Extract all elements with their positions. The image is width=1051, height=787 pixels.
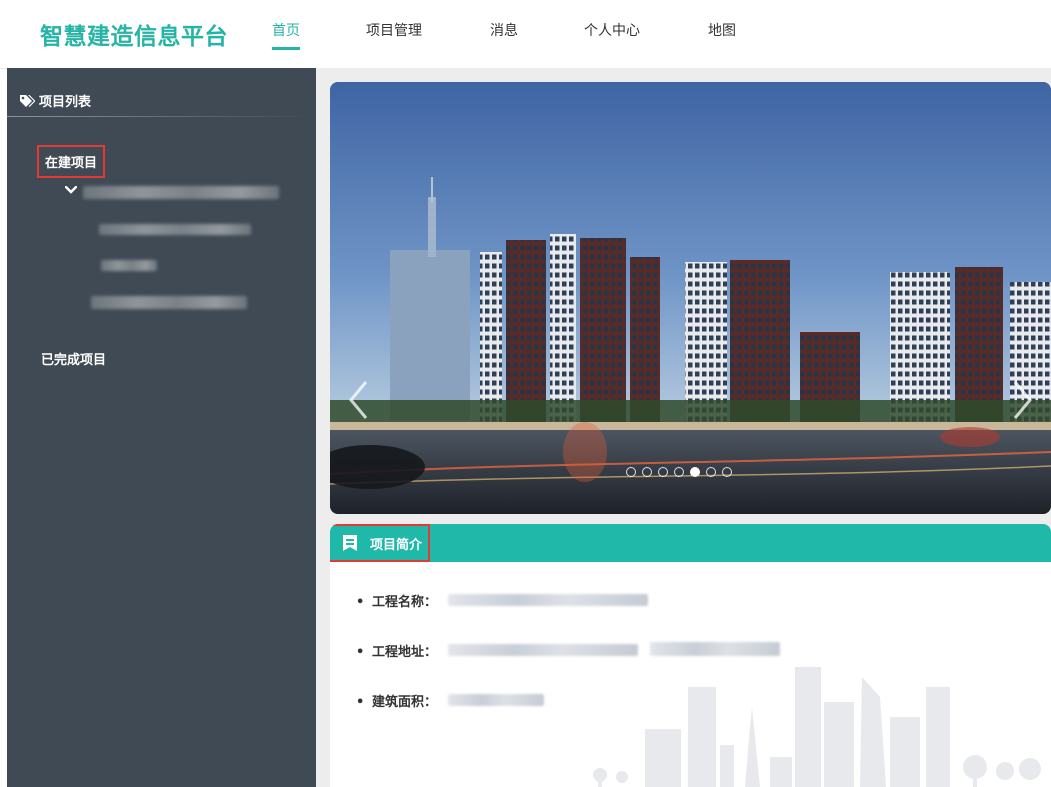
carousel-dot[interactable] — [722, 467, 732, 477]
field-value-redacted — [650, 642, 780, 656]
intro-card-header: 项目简介 — [330, 524, 1051, 562]
carousel-dot[interactable] — [674, 467, 684, 477]
chevron-left-icon[interactable] — [346, 378, 370, 422]
field-project-name: • 工程名称： — [356, 595, 438, 610]
sidebar-category-completed[interactable]: 已完成项目 — [41, 349, 106, 368]
carousel-dot[interactable] — [626, 467, 636, 477]
field-building-area: • 建筑面积： — [356, 695, 438, 710]
chevron-right-icon[interactable] — [1011, 378, 1035, 422]
sidebar-header: 项目列表 — [19, 91, 91, 110]
nav-home[interactable]: 首页 — [272, 20, 300, 50]
carousel-indicators — [626, 467, 732, 481]
sidebar-category-in-progress[interactable]: 在建项目 — [37, 145, 106, 178]
skyline-watermark — [593, 667, 1041, 787]
chevron-down-icon[interactable] — [65, 186, 77, 194]
field-project-address: • 工程地址： — [356, 645, 438, 660]
nav-messages[interactable]: 消息 — [490, 20, 518, 40]
tag-icon — [20, 95, 36, 107]
project-subitem-redacted[interactable] — [101, 260, 157, 271]
carousel-dot-active[interactable] — [690, 467, 700, 477]
nav-map[interactable]: 地图 — [708, 20, 736, 40]
nav-project-management[interactable]: 项目管理 — [366, 20, 422, 40]
field-label: 工程地址： — [372, 645, 438, 660]
image-carousel[interactable] — [330, 82, 1051, 514]
field-label: 工程名称： — [372, 595, 438, 610]
nav-personal-center[interactable]: 个人中心 — [584, 20, 640, 40]
project-item-redacted[interactable] — [83, 186, 279, 199]
top-navigation-bar: 智慧建造信息平台 首页 项目管理 消息 个人中心 地图 — [0, 0, 1051, 69]
project-subitem-redacted[interactable] — [99, 224, 251, 235]
field-value-redacted — [448, 694, 544, 706]
carousel-dot[interactable] — [706, 467, 716, 477]
intro-title-label: 项目简介 — [370, 537, 423, 553]
app-title[interactable]: 智慧建造信息平台 — [40, 17, 228, 51]
carousel-dot[interactable] — [658, 467, 668, 477]
project-intro-card: 项目简介 • 工程名称： • 工程地址： • 建筑面积： — [330, 524, 1051, 787]
field-label: 建筑面积： — [372, 695, 438, 710]
field-value-redacted — [448, 644, 638, 656]
sidebar-header-label: 项目列表 — [39, 95, 92, 110]
sidebar-divider — [7, 116, 316, 117]
sidebar: 项目列表 在建项目 已完成项目 — [7, 68, 316, 787]
bookmark-icon — [343, 535, 357, 551]
carousel-slide-image — [330, 82, 1051, 514]
intro-title: 项目简介 — [330, 524, 431, 562]
field-value-redacted — [448, 594, 648, 606]
carousel-dot[interactable] — [642, 467, 652, 477]
project-subitem-redacted[interactable] — [91, 296, 247, 309]
